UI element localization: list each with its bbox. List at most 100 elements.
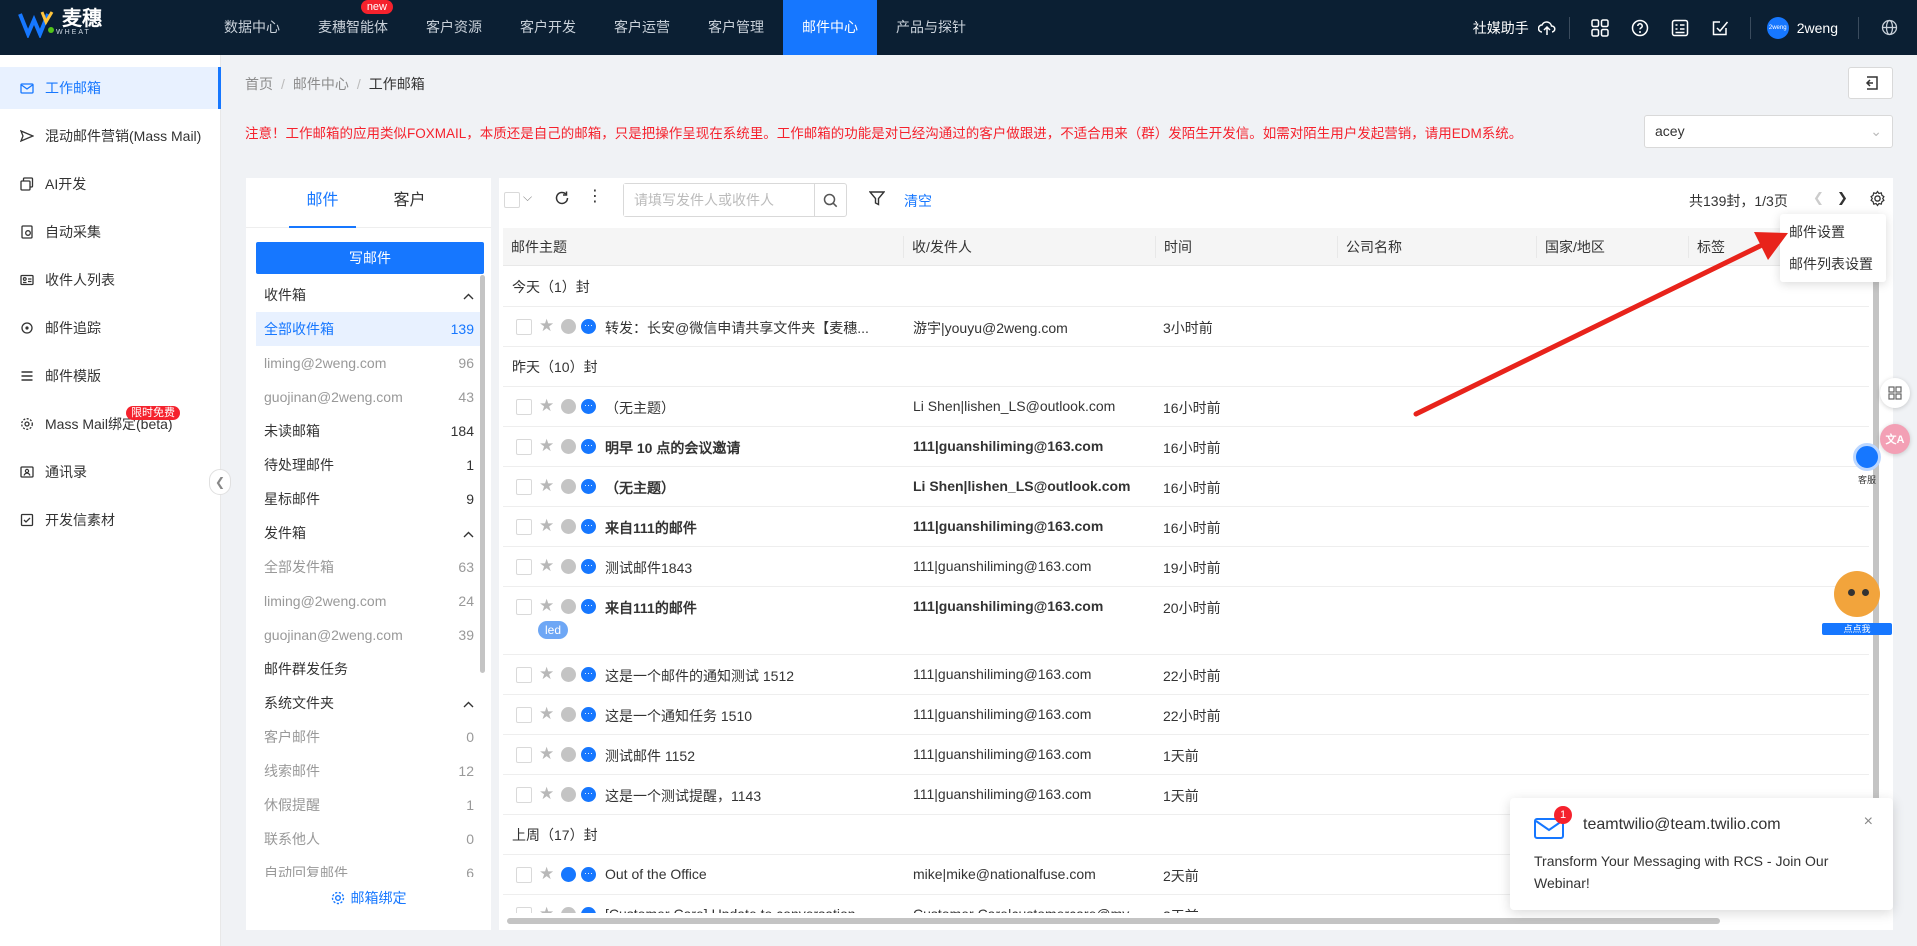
row-checkbox[interactable] xyxy=(516,907,532,913)
folder-item[interactable]: guojinan@2weng.com 43 xyxy=(256,380,484,414)
cloud-upload-icon[interactable] xyxy=(1535,8,1559,48)
mail-subject[interactable]: 测试邮件 1152 xyxy=(605,746,895,766)
sidebar-collapse-button[interactable]: ❮ xyxy=(209,469,231,495)
row-checkbox[interactable] xyxy=(516,787,532,803)
mail-subject[interactable]: 明早 10 点的会议邀请 xyxy=(605,438,895,458)
customer-service-button[interactable]: 客服 xyxy=(1852,443,1882,486)
clock-icon[interactable] xyxy=(561,559,576,574)
sidebar-item[interactable]: 混动邮件营销(Mass Mail) xyxy=(0,115,221,157)
mail-subject[interactable]: 来自111的邮件 xyxy=(605,598,895,618)
row-checkbox[interactable] xyxy=(516,559,532,575)
nav-item[interactable]: 客户资源 xyxy=(407,0,501,55)
row-checkbox[interactable] xyxy=(516,399,532,415)
sidebar-item[interactable]: Mass Mail绑定(beta) 限时免费 xyxy=(0,403,221,445)
mail-row[interactable]: ★ ··· 测试邮件 1152 111|guanshiliming@163.com 1天… xyxy=(503,735,1869,775)
mail-subject[interactable]: 这是一个通知任务 1510 xyxy=(605,706,895,726)
clock-icon[interactable] xyxy=(561,519,576,534)
account-select[interactable]: acey ⌄ xyxy=(1644,115,1893,148)
clock-icon[interactable] xyxy=(561,399,576,414)
nav-item[interactable]: 麦穗智能体 new xyxy=(299,0,407,55)
apps-grid-icon[interactable] xyxy=(1580,8,1620,48)
folder-item[interactable]: liming@2weng.com 96 xyxy=(256,346,484,380)
star-icon[interactable]: ★ xyxy=(539,704,554,724)
nav-item[interactable]: 客户开发 xyxy=(501,0,595,55)
list-vertical-scrollbar[interactable] xyxy=(1873,271,1879,819)
star-icon[interactable]: ★ xyxy=(539,744,554,764)
sidebar-item[interactable]: AI开发 xyxy=(0,163,221,205)
nav-item[interactable]: 数据中心 xyxy=(205,0,299,55)
row-checkbox[interactable] xyxy=(516,667,532,683)
folder-section-header[interactable]: 发件箱 xyxy=(256,516,484,550)
folder-item[interactable]: 自动回复邮件 6 xyxy=(256,856,484,877)
star-icon[interactable]: ★ xyxy=(539,316,554,336)
clock-icon[interactable] xyxy=(561,479,576,494)
star-icon[interactable]: ★ xyxy=(539,476,554,496)
folder-scrollbar[interactable] xyxy=(480,275,485,673)
mail-subject[interactable]: （无主题） xyxy=(605,398,895,418)
row-checkbox[interactable] xyxy=(516,319,532,335)
mail-settings-item[interactable]: 邮件设置 xyxy=(1780,216,1886,248)
breadcrumb-home[interactable]: 首页 xyxy=(245,76,273,92)
row-checkbox[interactable] xyxy=(516,707,532,723)
row-checkbox[interactable] xyxy=(516,599,532,615)
folder-item[interactable]: liming@2weng.com 24 xyxy=(256,584,484,618)
folder-item[interactable]: 未读邮箱 184 xyxy=(256,414,484,448)
row-checkbox[interactable] xyxy=(516,439,532,455)
sidebar-item[interactable]: 开发信素材 xyxy=(0,499,221,541)
logo[interactable]: 麦穗 WHEAT xyxy=(18,8,102,38)
mail-row[interactable]: ★ ··· 这是一个通知任务 1510 111|guanshiliming@163.c… xyxy=(503,695,1869,735)
list-horizontal-scrollbar[interactable] xyxy=(507,918,1720,924)
more-options-icon[interactable]: ··· xyxy=(581,787,596,802)
folder-item[interactable]: 线索邮件 12 xyxy=(256,754,484,788)
nav-item[interactable]: 客户管理 xyxy=(689,0,783,55)
clock-icon[interactable] xyxy=(561,667,576,682)
mail-subject[interactable]: 测试邮件1843 xyxy=(605,558,895,578)
more-options-icon[interactable]: ··· xyxy=(581,519,596,534)
clock-icon[interactable] xyxy=(561,747,576,762)
exit-button[interactable] xyxy=(1848,67,1893,99)
clock-icon[interactable] xyxy=(561,439,576,454)
nav-item[interactable]: 邮件中心 xyxy=(783,0,877,55)
row-checkbox[interactable] xyxy=(516,747,532,763)
mail-row[interactable]: ★ ··· 来自111的邮件 111|guanshiliming@163.com 16小… xyxy=(503,507,1869,547)
more-options-icon[interactable]: ··· xyxy=(581,599,596,614)
more-options-icon[interactable]: ··· xyxy=(581,907,596,913)
mail-subject[interactable]: 来自111的邮件 xyxy=(605,518,895,538)
row-checkbox[interactable] xyxy=(516,867,532,883)
folder-section-header[interactable]: 系统文件夹 xyxy=(256,686,484,720)
sidebar-item[interactable]: 邮件追踪 xyxy=(0,307,221,349)
star-icon[interactable]: ★ xyxy=(539,516,554,536)
folder-item[interactable]: guojinan@2weng.com 39 xyxy=(256,618,484,652)
mail-subject[interactable]: （无主题） xyxy=(605,478,895,498)
social-helper-label[interactable]: 社媒助手 xyxy=(1473,18,1529,38)
more-options-icon[interactable]: ··· xyxy=(581,399,596,414)
row-checkbox[interactable] xyxy=(516,479,532,495)
folder-item[interactable]: 星标邮件 9 xyxy=(256,482,484,516)
mail-subject[interactable]: Out of the Office xyxy=(605,866,895,882)
folder-item[interactable]: 联系他人 0 xyxy=(256,822,484,856)
notification-toast[interactable]: 1 teamtwilio@team.twilio.com × Transform… xyxy=(1510,798,1893,910)
mail-row[interactable]: ★ ··· 明早 10 点的会议邀请 111|guanshiliming@163.co… xyxy=(503,427,1869,467)
nav-item[interactable]: 产品与探针 xyxy=(877,0,985,55)
task-list-icon[interactable] xyxy=(1660,8,1700,48)
mail-list-settings-item[interactable]: 邮件列表设置 xyxy=(1780,248,1886,280)
folder-item[interactable]: 休假提醒 1 xyxy=(256,788,484,822)
folder-item[interactable]: 全部发件箱 63 xyxy=(256,550,484,584)
star-icon[interactable]: ★ xyxy=(539,864,554,884)
globe-icon[interactable] xyxy=(1869,8,1909,48)
folder-section-header[interactable]: 收件箱 xyxy=(256,278,484,312)
star-icon[interactable]: ★ xyxy=(539,784,554,804)
star-icon[interactable]: ★ xyxy=(539,556,554,576)
more-options-icon[interactable]: ··· xyxy=(581,479,596,494)
more-options-icon[interactable]: ··· xyxy=(581,747,596,762)
mail-subject[interactable]: 这是一个邮件的通知测试 1512 xyxy=(605,666,895,686)
sidebar-item[interactable]: 自动采集 xyxy=(0,211,221,253)
more-options-icon[interactable]: ··· xyxy=(581,867,596,882)
edit-check-icon[interactable] xyxy=(1700,8,1740,48)
star-icon[interactable]: ★ xyxy=(539,904,554,913)
mailbox-bind-link[interactable]: 邮箱绑定 xyxy=(246,888,491,908)
mail-row[interactable]: ★ ··· 这是一个邮件的通知测试 1512 111|guanshiliming@16… xyxy=(503,655,1869,695)
star-icon[interactable]: ★ xyxy=(539,664,554,684)
mail-row[interactable]: ★ ··· 测试邮件1843 111|guanshiliming@163.com 19小… xyxy=(503,547,1869,587)
clock-icon[interactable] xyxy=(561,319,576,334)
